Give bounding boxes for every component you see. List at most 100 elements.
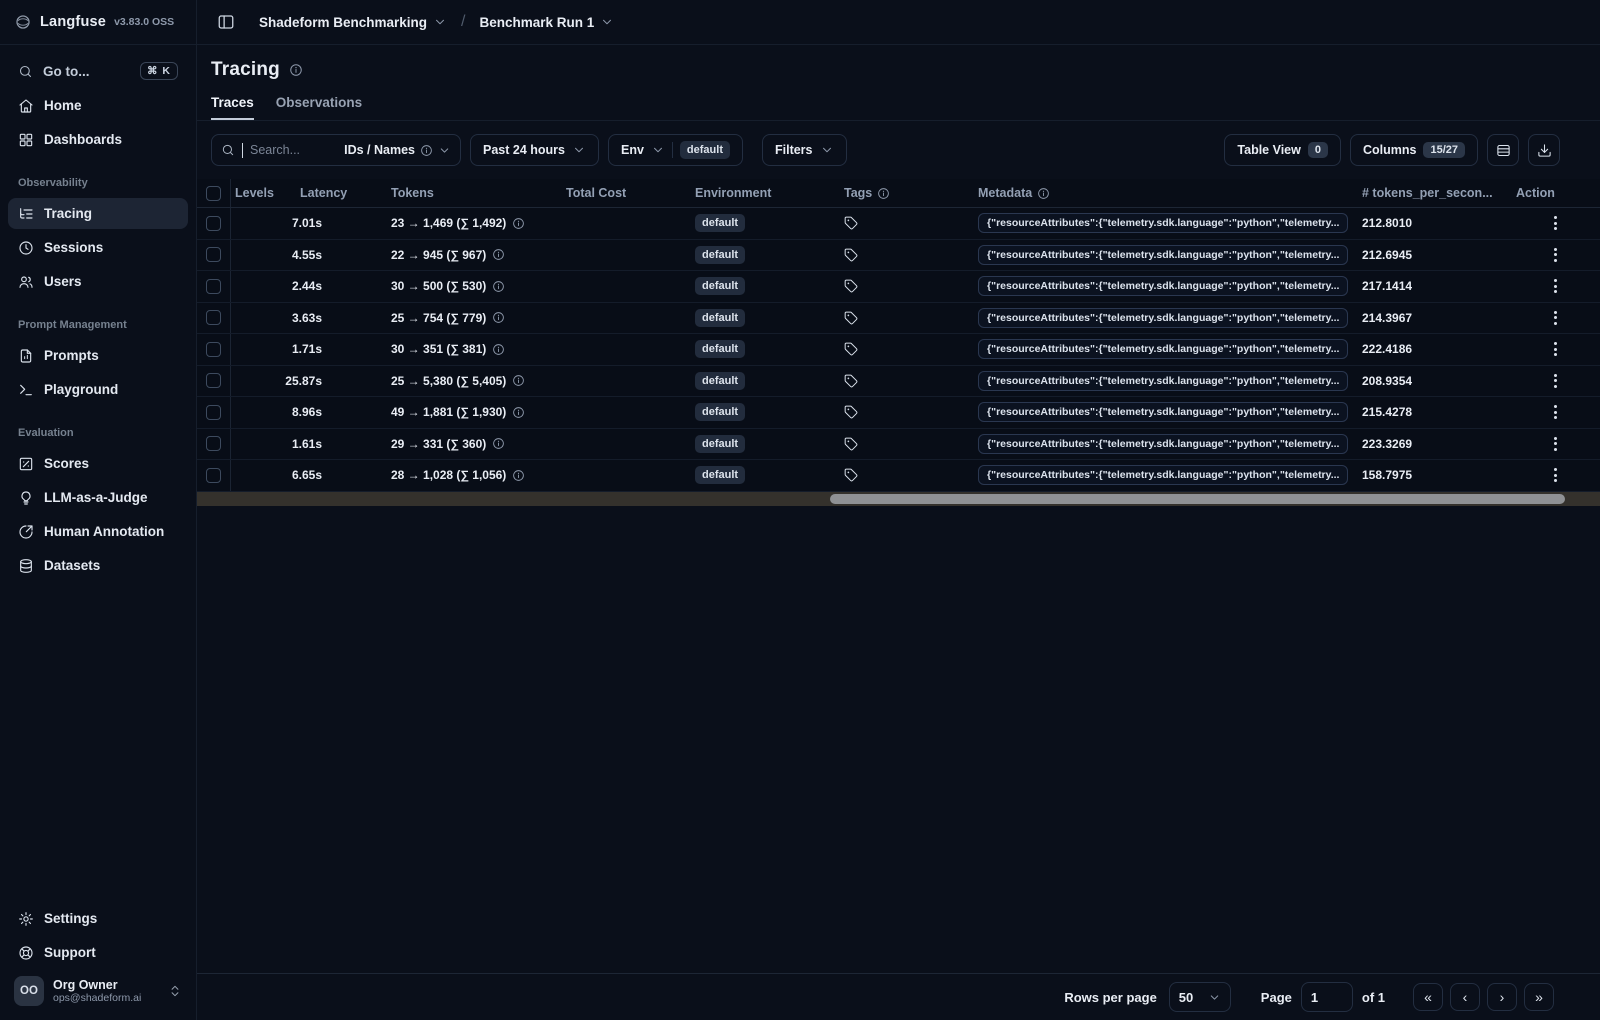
info-icon[interactable] — [492, 248, 505, 261]
metadata-pill[interactable]: {"resourceAttributes":{"telemetry.sdk.la… — [978, 276, 1349, 297]
tag-icon[interactable] — [844, 342, 858, 356]
tab-traces[interactable]: Traces — [211, 95, 254, 120]
env-filter-dropdown[interactable]: Env default — [607, 134, 743, 166]
row-checkbox[interactable] — [206, 310, 221, 326]
horizontal-scrollbar[interactable] — [197, 491, 1600, 506]
sidebar-item-settings[interactable]: Settings — [8, 903, 188, 934]
row-actions-button[interactable] — [1548, 338, 1563, 360]
info-icon[interactable] — [492, 437, 505, 450]
metadata-pill[interactable]: {"resourceAttributes":{"telemetry.sdk.la… — [978, 402, 1349, 423]
tag-icon[interactable] — [844, 437, 858, 451]
metadata-pill[interactable]: {"resourceAttributes":{"telemetry.sdk.la… — [978, 244, 1349, 265]
export-button[interactable] — [1528, 134, 1560, 166]
column-header-metadata[interactable]: Metadata — [975, 179, 1358, 207]
first-page-button[interactable]: « — [1413, 983, 1443, 1011]
tag-icon[interactable] — [844, 279, 858, 293]
search-scope-dropdown[interactable]: IDs / Names — [344, 143, 451, 157]
tag-icon[interactable] — [844, 468, 858, 482]
sidebar-item-llm-as-a-judge[interactable]: LLM-as-a-Judge — [8, 482, 188, 513]
sidebar-item-sessions[interactable]: Sessions — [8, 232, 188, 263]
row-checkbox[interactable] — [206, 404, 221, 420]
info-icon[interactable] — [512, 374, 525, 387]
sidebar-toggle-button[interactable] — [211, 7, 241, 37]
select-all-checkbox[interactable] — [206, 185, 221, 201]
table-row[interactable]: 1.61s 29 → 331 (∑ 360) default {"resourc… — [197, 428, 1600, 460]
column-header-total-cost[interactable]: Total Cost — [564, 179, 694, 207]
sidebar-item-playground[interactable]: Playground — [8, 374, 188, 405]
info-icon[interactable] — [492, 280, 505, 293]
filters-dropdown[interactable]: Filters — [761, 134, 847, 166]
sidebar-item-human-annotation[interactable]: Human Annotation — [8, 516, 188, 547]
metadata-pill[interactable]: {"resourceAttributes":{"telemetry.sdk.la… — [978, 339, 1349, 360]
time-range-dropdown[interactable]: Past 24 hours — [470, 134, 599, 166]
table-row[interactable]: 6.65s 28 → 1,028 (∑ 1,056) default {"res… — [197, 460, 1600, 492]
row-checkbox[interactable] — [206, 436, 221, 452]
last-page-button[interactable]: » — [1524, 983, 1554, 1011]
tag-icon[interactable] — [844, 248, 858, 262]
info-icon[interactable] — [877, 187, 890, 200]
tag-icon[interactable] — [844, 405, 858, 419]
metadata-pill[interactable]: {"resourceAttributes":{"telemetry.sdk.la… — [978, 213, 1349, 234]
table-row[interactable]: 4.55s 22 → 945 (∑ 967) default {"resourc… — [197, 239, 1600, 271]
info-icon[interactable] — [1037, 187, 1050, 200]
sidebar-item-scores[interactable]: Scores — [8, 448, 188, 479]
table-row[interactable]: 8.96s 49 → 1,881 (∑ 1,930) default {"res… — [197, 397, 1600, 429]
column-header-tags[interactable]: Tags — [840, 179, 975, 207]
breadcrumb-organization[interactable]: Shadeform Benchmarking — [259, 15, 447, 30]
info-icon[interactable] — [492, 311, 505, 324]
table-row[interactable]: 25.87s 25 → 5,380 (∑ 5,405) default {"re… — [197, 365, 1600, 397]
row-actions-button[interactable] — [1548, 244, 1563, 266]
row-checkbox[interactable] — [206, 341, 221, 357]
user-menu[interactable]: OO Org Owner ops@shadeform.ai — [8, 968, 188, 1012]
metadata-pill[interactable]: {"resourceAttributes":{"telemetry.sdk.la… — [978, 433, 1349, 454]
row-checkbox[interactable] — [206, 278, 221, 294]
metadata-pill[interactable]: {"resourceAttributes":{"telemetry.sdk.la… — [978, 465, 1349, 486]
row-actions-button[interactable] — [1548, 275, 1563, 297]
tag-icon[interactable] — [844, 216, 858, 230]
column-header-latency[interactable]: Latency — [293, 179, 389, 207]
tag-icon[interactable] — [844, 311, 858, 325]
sidebar-item-support[interactable]: Support — [8, 937, 188, 968]
breadcrumb-project[interactable]: Benchmark Run 1 — [480, 15, 615, 30]
row-actions-button[interactable] — [1548, 464, 1563, 486]
row-checkbox[interactable] — [206, 373, 221, 389]
info-icon[interactable] — [512, 406, 525, 419]
sidebar-item-users[interactable]: Users — [8, 266, 188, 297]
info-icon[interactable] — [512, 469, 525, 482]
tag-icon[interactable] — [844, 374, 858, 388]
table-row[interactable]: 1.71s 30 → 351 (∑ 381) default {"resourc… — [197, 334, 1600, 366]
info-icon[interactable] — [512, 217, 525, 230]
table-row[interactable]: 7.01s 23 → 1,469 (∑ 1,492) default {"res… — [197, 208, 1600, 240]
previous-page-button[interactable]: ‹ — [1450, 983, 1480, 1011]
sidebar-item-home[interactable]: Home — [8, 90, 188, 121]
table-view-button[interactable]: Table View 0 — [1224, 134, 1341, 166]
column-header-levels[interactable]: Levels — [231, 179, 293, 207]
metadata-pill[interactable]: {"resourceAttributes":{"telemetry.sdk.la… — [978, 307, 1349, 328]
metadata-pill[interactable]: {"resourceAttributes":{"telemetry.sdk.la… — [978, 370, 1349, 391]
columns-button[interactable]: Columns 15/27 — [1349, 134, 1478, 166]
info-icon[interactable] — [492, 343, 505, 356]
search-box[interactable]: IDs / Names — [211, 134, 461, 166]
sidebar-item-tracing[interactable]: Tracing — [8, 198, 188, 229]
column-header-tokens-per-second[interactable]: # tokens_per_secon... — [1358, 179, 1510, 207]
column-header-tokens[interactable]: Tokens — [389, 179, 564, 207]
row-checkbox[interactable] — [206, 467, 221, 483]
sidebar-item-dashboards[interactable]: Dashboards — [8, 124, 188, 155]
goto-search-button[interactable]: Go to... ⌘ K — [8, 55, 188, 87]
row-actions-button[interactable] — [1548, 212, 1563, 234]
row-height-button[interactable] — [1487, 134, 1519, 166]
row-actions-button[interactable] — [1548, 370, 1563, 392]
row-actions-button[interactable] — [1548, 433, 1563, 455]
page-number-input[interactable] — [1300, 982, 1353, 1012]
rows-per-page-select[interactable]: 50 — [1168, 982, 1231, 1012]
table-row[interactable]: 3.63s 25 → 754 (∑ 779) default {"resourc… — [197, 302, 1600, 334]
table-row[interactable]: 2.44s 30 → 500 (∑ 530) default {"resourc… — [197, 271, 1600, 303]
row-checkbox[interactable] — [206, 247, 221, 263]
row-checkbox[interactable] — [206, 215, 221, 231]
row-actions-button[interactable] — [1548, 307, 1563, 329]
sidebar-item-datasets[interactable]: Datasets — [8, 550, 188, 581]
sidebar-item-prompts[interactable]: Prompts — [8, 340, 188, 371]
column-header-environment[interactable]: Environment — [694, 179, 840, 207]
tab-observations[interactable]: Observations — [276, 95, 362, 120]
search-input[interactable] — [250, 143, 338, 157]
